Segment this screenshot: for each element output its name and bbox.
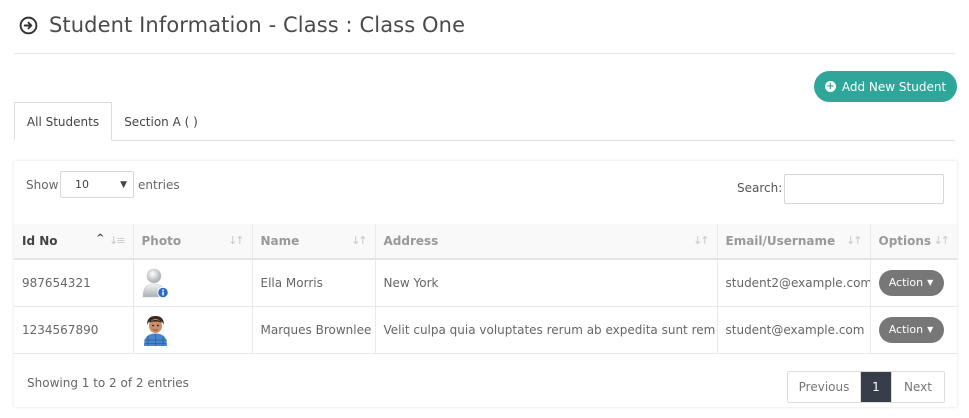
cell-email: student@example.com xyxy=(717,306,871,354)
entries-select-value: 10 xyxy=(75,178,89,191)
chevron-down-icon: ▼ xyxy=(120,180,127,190)
column-header-label: Email/Username xyxy=(725,234,836,248)
add-new-student-label: Add New Student xyxy=(841,79,947,94)
action-label: Action xyxy=(888,276,924,290)
search-label: Search: xyxy=(737,181,783,195)
pagination-page-1[interactable]: 1 xyxy=(861,372,891,402)
cell-id: 1234567890 xyxy=(14,306,134,354)
header-divider xyxy=(14,53,955,54)
sort-ascending-icon: ^ xyxy=(96,233,105,244)
caret-down-icon: ▼ xyxy=(927,278,934,288)
action-label: Action xyxy=(888,323,924,336)
table-row: 987654321 Ella Morris New York student2@… xyxy=(14,259,957,307)
column-header-label: Address xyxy=(383,234,439,248)
caret-down-icon: ▼ xyxy=(927,325,934,334)
cell-email: student2@example.com xyxy=(717,259,871,307)
entries-select[interactable]: 10 ▼ xyxy=(60,171,134,198)
cell-address: New York xyxy=(375,259,718,307)
cell-name: Ella Morris xyxy=(252,259,376,307)
cell-address: Velit culpa quia voluptates rerum ab exp… xyxy=(375,306,718,354)
sort-icon: ↓↑ xyxy=(933,234,951,247)
arrow-circle-right-icon xyxy=(19,16,38,34)
cell-options: Action ▼ xyxy=(870,259,957,307)
student-photo-icon xyxy=(141,313,169,346)
column-header-id-no[interactable]: Id No ^ ↓≡ xyxy=(14,224,134,260)
page-header: Student Information - Class : Class One xyxy=(19,10,465,40)
entries-label: entries xyxy=(138,178,180,192)
column-header-options[interactable]: Options ↓↑ xyxy=(870,224,957,260)
column-header-address[interactable]: Address ↓↑ xyxy=(375,224,718,260)
sort-icon: ↓↑ xyxy=(228,234,245,247)
plus-circle-icon: + xyxy=(824,81,836,92)
cell-photo xyxy=(133,259,253,307)
default-user-avatar-icon xyxy=(142,268,169,298)
tab-section-a[interactable]: Section A ( ) xyxy=(112,102,210,141)
students-table-panel: Show 10 ▼ entries Search: Id No ^ ↓≡ Photo… xyxy=(14,161,957,407)
action-dropdown-button[interactable]: Action ▼ xyxy=(878,316,944,343)
table-row: 1234567890 Marques Brownlee Velit culpa … xyxy=(14,306,957,354)
search-input[interactable] xyxy=(784,174,944,204)
table-header-row: Id No ^ ↓≡ Photo ↓↑ Name ↓↑ Address ↓↑ Email/… xyxy=(14,224,957,260)
add-new-student-button[interactable]: + Add New Student xyxy=(814,71,957,102)
students-table: Id No ^ ↓≡ Photo ↓↑ Name ↓↑ Address ↓↑ Email/… xyxy=(14,224,957,354)
sort-icon: ↓↑ xyxy=(351,234,368,247)
cell-options: Action ▼ xyxy=(870,306,957,354)
column-header-label: Options xyxy=(878,234,932,248)
column-header-label: Id No xyxy=(22,234,58,248)
cell-photo xyxy=(133,306,253,354)
pagination-previous-button[interactable]: Previous xyxy=(788,372,861,402)
cell-name: Marques Brownlee xyxy=(252,306,376,354)
column-header-name[interactable]: Name ↓↑ xyxy=(252,224,376,260)
action-dropdown-button[interactable]: Action ▼ xyxy=(878,269,944,296)
tab-all-students[interactable]: All Students xyxy=(14,102,112,141)
pagination: Previous 1 Next xyxy=(787,371,945,403)
column-header-label: Name xyxy=(260,234,300,248)
column-header-email[interactable]: Email/Username ↓↑ xyxy=(717,224,871,260)
column-header-photo[interactable]: Photo ↓↑ xyxy=(133,224,253,260)
table-info: Showing 1 to 2 of 2 entries xyxy=(27,376,189,390)
show-label: Show xyxy=(26,178,59,192)
class-tabs: All Students Section A ( ) xyxy=(14,102,955,141)
cell-id: 987654321 xyxy=(14,259,134,307)
column-header-label: Photo xyxy=(141,234,182,248)
sort-icon: ↓≡ xyxy=(109,234,126,247)
sort-icon: ↓↑ xyxy=(693,234,710,247)
page-title: Student Information - Class : Class One xyxy=(49,13,466,37)
sort-icon: ↓↑ xyxy=(846,234,863,247)
pagination-next-button[interactable]: Next xyxy=(891,372,944,402)
